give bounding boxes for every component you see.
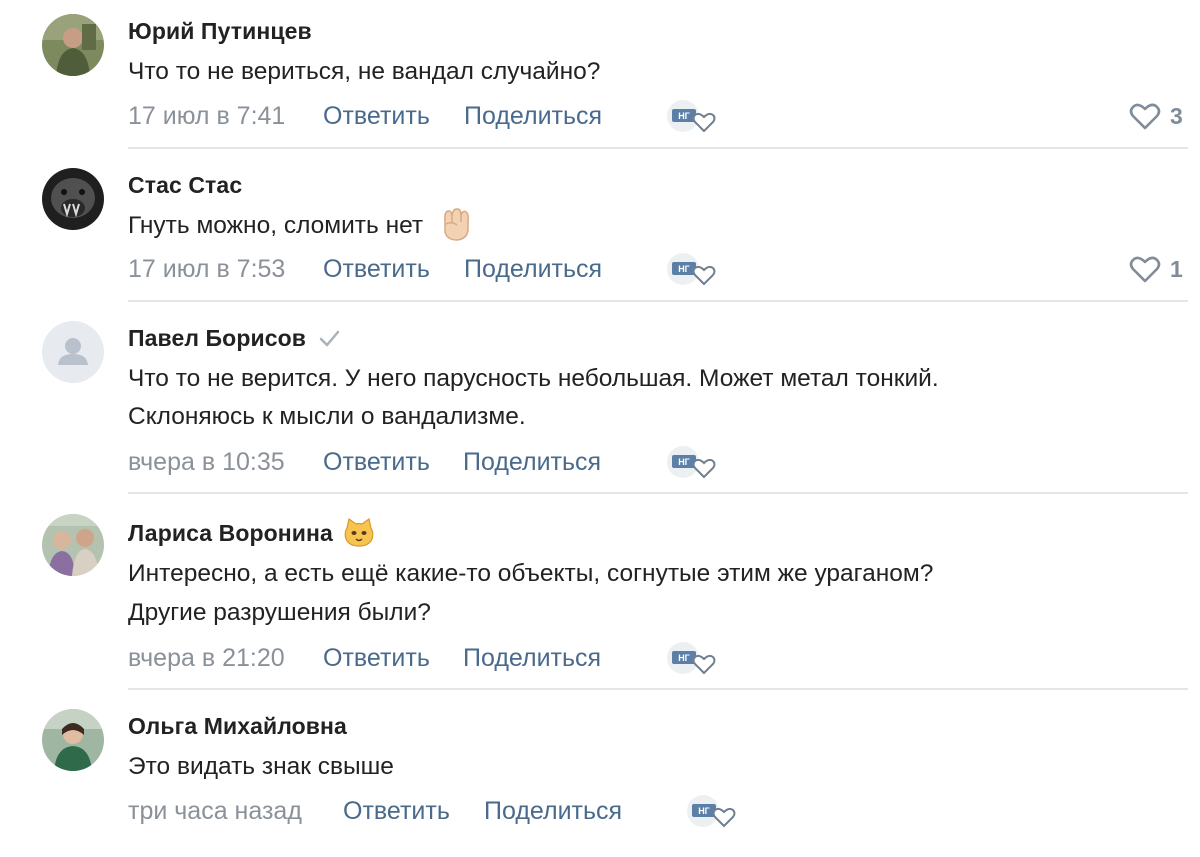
cat-face-emoji-icon [344,518,374,547]
comment-date[interactable]: 17 июл в 7:53 [128,252,285,286]
avatar[interactable] [42,168,104,230]
share-button[interactable]: Поделиться [463,641,601,675]
heart-icon [1129,256,1161,283]
share-button[interactable]: Поделиться [464,252,602,286]
comment-text-line: Гнуть можно, сломить нет [128,207,472,245]
sticker-reaction-icon[interactable]: НГ [664,95,724,137]
author-name[interactable]: Лариса Воронина [128,520,333,547]
sticker-reaction-icon[interactable]: НГ [684,790,744,832]
comment-text: Гнуть можно, сломить нет [128,212,424,239]
comments-list: Юрий Путинцев Что то не вериться, не ван… [0,0,1200,857]
comment-meta: три часа назад Ответить Поделиться НГ [128,794,1200,828]
reply-button[interactable]: Ответить [343,794,450,828]
divider [128,492,1188,494]
divider [128,147,1188,149]
comment-text: Склоняюсь к мысли о вандализме. [128,403,526,430]
author-name[interactable]: Павел Борисов [128,325,306,352]
comment-text: Это видать знак свыше [128,753,394,780]
comment-meta: вчера в 21:20 Ответить Поделиться НГ [128,641,1200,675]
share-button[interactable]: Поделиться [484,794,622,828]
reply-button[interactable]: Ответить [323,252,430,286]
avatar[interactable] [42,514,104,576]
author-line: Павел Борисов [128,323,340,353]
divider [128,300,1188,302]
like-button[interactable]: 1 [1128,254,1183,284]
comment-date[interactable]: три часа назад [128,794,302,828]
comment-meta: 17 июл в 7:53 Ответить Поделиться НГ 1 [128,252,1200,286]
svg-text:НГ: НГ [678,264,690,274]
sticker-reaction-icon[interactable]: НГ [664,441,724,483]
author-line: Юрий Путинцев [128,16,312,46]
comment-date[interactable]: вчера в 21:20 [128,641,285,675]
comment-date[interactable]: вчера в 10:35 [128,445,285,479]
avatar[interactable] [42,321,104,383]
like-count: 3 [1170,102,1183,129]
share-button[interactable]: Поделиться [464,99,602,133]
author-name[interactable]: Юрий Путинцев [128,18,312,45]
heart-icon [1129,103,1161,130]
svg-text:НГ: НГ [698,806,710,816]
comment-text: Что то не верится. У него парусность неб… [128,365,939,392]
comment-text: Что то не вериться, не вандал случайно? [128,58,601,85]
avatar[interactable] [42,709,104,771]
svg-text:НГ: НГ [678,457,690,467]
comment-text: Интересно, а есть ещё какие-то объекты, … [128,560,934,587]
like-button[interactable]: 3 [1128,101,1183,131]
author-name[interactable]: Ольга Михайловна [128,713,347,740]
divider [128,688,1188,690]
svg-text:НГ: НГ [678,653,690,663]
sticker-reaction-icon[interactable]: НГ [664,637,724,679]
author-line: Стас Стас [128,170,242,200]
avatar[interactable] [42,14,104,76]
raised-fist-emoji-icon [444,207,469,241]
svg-text:НГ: НГ [678,111,690,121]
reply-button[interactable]: Ответить [323,99,430,133]
author-line: Ольга Михайловна [128,711,347,741]
comment-meta: 17 июл в 7:41 Ответить Поделиться НГ 3 [128,99,1200,133]
reply-button[interactable]: Ответить [323,445,430,479]
reply-button[interactable]: Ответить [323,641,430,675]
like-count: 1 [1170,255,1183,282]
comment-meta: вчера в 10:35 Ответить Поделиться НГ [128,445,1200,479]
author-name[interactable]: Стас Стас [128,172,242,199]
comment-text: Другие разрушения были? [128,599,431,626]
share-button[interactable]: Поделиться [463,445,601,479]
check-icon [319,330,340,347]
author-line: Лариса Воронина [128,518,375,548]
sticker-reaction-icon[interactable]: НГ [664,248,724,290]
comment-date[interactable]: 17 июл в 7:41 [128,99,285,133]
